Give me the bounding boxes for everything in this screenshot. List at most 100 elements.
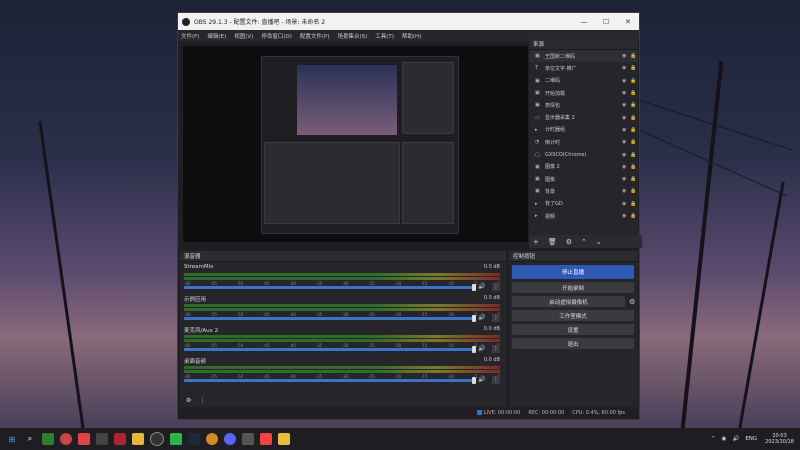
volume-slider-knob[interactable] (472, 346, 476, 353)
track-menu-icon[interactable]: ⋮ (492, 376, 500, 384)
start-recording-button[interactable]: 开始录制 (512, 282, 634, 293)
minimize-icon[interactable]: — (573, 18, 595, 26)
lock-icon[interactable]: 🔒 (630, 176, 638, 182)
windows-start-icon[interactable]: ⊞ (6, 433, 18, 445)
visibility-eye-icon[interactable]: ◉ (622, 53, 630, 59)
source-item[interactable]: ▣ 王国新二维码 ◉ 🔒 (529, 50, 638, 63)
track-menu-icon[interactable]: ⋮ (492, 345, 500, 353)
volume-slider-knob[interactable] (472, 315, 476, 322)
visibility-eye-icon[interactable]: ◉ (622, 139, 630, 145)
source-item[interactable]: ▣ 图像 2 ◉ 🔒 (529, 161, 638, 173)
mixer-menu-icon[interactable]: ⋮ (199, 397, 205, 404)
app-icon[interactable] (78, 433, 90, 445)
visibility-eye-icon[interactable]: ◉ (622, 152, 630, 158)
menu-tools[interactable]: 工具(T) (375, 32, 394, 40)
source-item[interactable]: ▣ 背景 ◉ 🔒 (529, 185, 638, 197)
lock-icon[interactable]: 🔒 (630, 102, 638, 108)
volume-slider-knob[interactable] (472, 377, 476, 384)
maximize-icon[interactable]: ☐ (595, 18, 617, 26)
menu-docks[interactable]: 停靠窗口(D) (261, 32, 292, 40)
network-icon[interactable]: ◉ (722, 436, 727, 442)
lock-icon[interactable]: 🔒 (630, 53, 638, 59)
advanced-audio-icon[interactable]: ⚙ (186, 397, 191, 404)
visibility-eye-icon[interactable]: ◉ (622, 164, 630, 170)
app-icon[interactable] (206, 433, 218, 445)
close-icon[interactable]: ✕ (617, 18, 639, 26)
steam-icon[interactable] (188, 433, 200, 445)
volume-slider[interactable] (184, 286, 474, 289)
speaker-icon[interactable]: 🔊 (478, 283, 485, 290)
source-item[interactable]: ◔ 倒计时 ◉ 🔒 (529, 136, 638, 148)
lock-icon[interactable]: 🔒 (630, 152, 638, 158)
settings-button[interactable]: 设置 (512, 324, 634, 335)
source-item[interactable]: ▢ GXSCO(Chrome) ◉ 🔒 (529, 148, 638, 160)
track-menu-icon[interactable]: ⋮ (492, 314, 500, 322)
volume-slider[interactable] (184, 317, 474, 320)
lock-icon[interactable]: 🔒 (630, 65, 638, 71)
visibility-eye-icon[interactable]: ◉ (622, 65, 630, 71)
volume-slider-knob[interactable] (472, 284, 476, 291)
move-down-icon[interactable]: ⌄ (596, 238, 602, 246)
visibility-eye-icon[interactable]: ◉ (622, 127, 630, 133)
menu-scene-collection[interactable]: 场景集合(S) (337, 32, 367, 40)
source-item[interactable]: ▸ 视频 ◉ 🔒 (529, 210, 638, 222)
visibility-eye-icon[interactable]: ◉ (622, 90, 630, 96)
app-icon[interactable] (114, 433, 126, 445)
source-item[interactable]: ▣ 表情包 ◉ 🔒 (529, 99, 638, 111)
app-icon[interactable] (278, 433, 290, 445)
source-item[interactable]: ▣ 二维码 ◉ 🔒 (529, 75, 638, 87)
clock[interactable]: 20:03 2023/10/18 (765, 433, 794, 445)
app-icon[interactable] (242, 433, 254, 445)
virtual-camera-settings-icon[interactable]: ⚙ (629, 298, 638, 306)
lock-icon[interactable]: 🔒 (630, 213, 638, 219)
search-icon[interactable]: ⌕ (24, 433, 36, 445)
lock-icon[interactable]: 🔒 (630, 201, 638, 207)
track-menu-icon[interactable]: ⋮ (492, 283, 500, 291)
menu-file[interactable]: 文件(F) (181, 32, 199, 40)
visibility-eye-icon[interactable]: ◉ (622, 78, 630, 84)
lock-icon[interactable]: 🔒 (630, 164, 638, 170)
lock-icon[interactable]: 🔒 (630, 188, 638, 194)
source-item[interactable]: ▸ 计时器组 ◉ 🔒 (529, 124, 638, 136)
app-icon[interactable] (96, 433, 108, 445)
volume-icon[interactable]: 🔊 (732, 436, 739, 442)
add-source-icon[interactable]: + (533, 238, 539, 246)
visibility-eye-icon[interactable]: ◉ (622, 188, 630, 194)
source-item[interactable]: T 单位文字·推广 ◉ 🔒 (529, 62, 638, 74)
app-icon[interactable] (260, 433, 272, 445)
start-virtual-camera-button[interactable]: 启动虚拟摄像机 (512, 296, 625, 307)
obs-icon[interactable] (150, 432, 164, 446)
exit-button[interactable]: 退出 (512, 338, 634, 349)
lock-icon[interactable]: 🔒 (630, 139, 638, 145)
move-up-icon[interactable]: ⌃ (581, 238, 587, 246)
preview-canvas[interactable] (183, 46, 528, 242)
lock-icon[interactable]: 🔒 (630, 127, 638, 133)
lock-icon[interactable]: 🔒 (630, 90, 638, 96)
chrome-icon[interactable] (60, 433, 72, 445)
source-item[interactable]: ▸ 背了GD ◉ 🔒 (529, 198, 638, 210)
discord-icon[interactable] (224, 433, 236, 445)
wechat-icon[interactable] (170, 433, 182, 445)
speaker-icon[interactable]: 🔊 (478, 345, 485, 352)
tray-chevron-icon[interactable]: ⌃ (711, 436, 716, 442)
visibility-eye-icon[interactable]: ◉ (622, 213, 630, 219)
studio-mode-button[interactable]: 工作室模式 (512, 310, 634, 321)
menu-edit[interactable]: 编辑(E) (207, 32, 226, 40)
source-item[interactable]: ▣ 图像 ◉ 🔒 (529, 173, 638, 185)
source-item[interactable]: ▣ 开始加载 ◉ 🔒 (529, 87, 638, 99)
menu-help[interactable]: 帮助(H) (402, 32, 421, 40)
visibility-eye-icon[interactable]: ◉ (622, 115, 630, 121)
stop-streaming-button[interactable]: 停止直播 (512, 265, 634, 279)
remove-source-icon[interactable]: 🗑 (548, 238, 557, 246)
visibility-eye-icon[interactable]: ◉ (622, 102, 630, 108)
speaker-icon[interactable]: 🔊 (478, 314, 485, 321)
menu-profile[interactable]: 配置文件(P) (300, 32, 330, 40)
menu-view[interactable]: 视图(V) (234, 32, 253, 40)
lock-icon[interactable]: 🔒 (630, 115, 638, 121)
visibility-eye-icon[interactable]: ◉ (622, 201, 630, 207)
volume-slider[interactable] (184, 379, 474, 382)
volume-slider[interactable] (184, 348, 474, 351)
nvidia-icon[interactable] (42, 433, 54, 445)
speaker-icon[interactable]: 🔊 (478, 376, 485, 383)
lock-icon[interactable]: 🔒 (630, 78, 638, 84)
